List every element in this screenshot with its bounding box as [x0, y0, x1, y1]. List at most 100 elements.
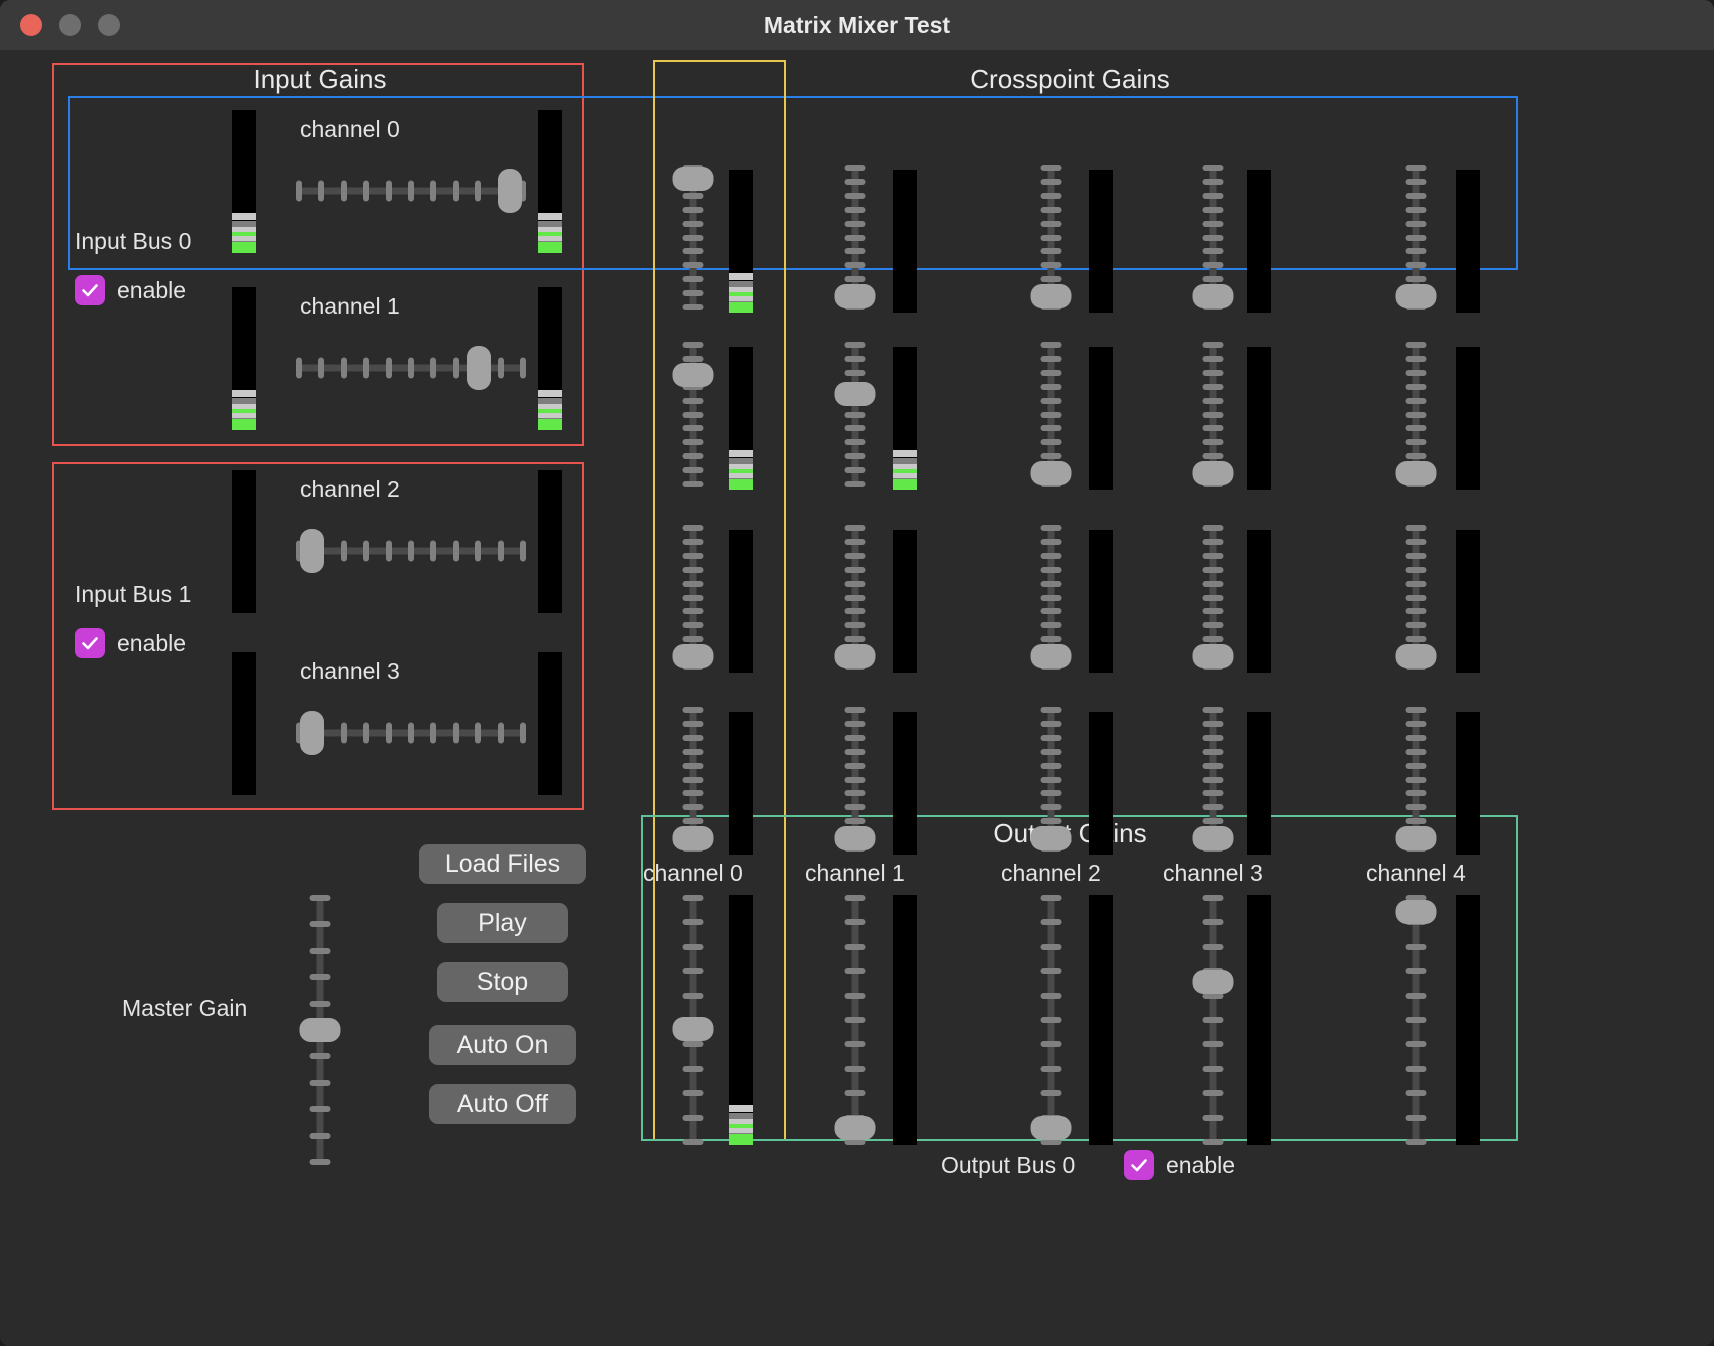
slider-thumb[interactable] — [835, 284, 876, 308]
crosspoint-slider-r2-c3[interactable] — [1190, 525, 1236, 670]
crosspoint-meter-r2-c2 — [1089, 530, 1113, 673]
auto-off-button[interactable]: Auto Off — [429, 1084, 576, 1124]
crosspoint-slider-r3-c4[interactable] — [1393, 707, 1439, 852]
crosspoint-slider-r2-c4[interactable] — [1393, 525, 1439, 670]
check-icon — [75, 628, 105, 658]
input-gain-slider-0[interactable] — [296, 168, 526, 214]
crosspoint-slider-r3-c1[interactable] — [832, 707, 878, 852]
output-meter-3 — [1247, 895, 1271, 1145]
crosspoint-slider-r1-c2[interactable] — [1028, 342, 1074, 487]
crosspoint-meter-r3-c4 — [1456, 712, 1480, 855]
auto-on-button[interactable]: Auto On — [429, 1025, 576, 1065]
input-gain-slider-1[interactable] — [296, 345, 526, 391]
crosspoint-meter-r1-c0 — [729, 347, 753, 490]
output-channel-label-2: channel 2 — [1001, 860, 1101, 887]
output-bus-0-enable-checkbox[interactable]: enable — [1124, 1150, 1235, 1180]
check-icon — [1124, 1150, 1154, 1180]
input-meter-right-1 — [538, 287, 562, 430]
crosspoint-slider-r2-c2[interactable] — [1028, 525, 1074, 670]
input-meter-right-0 — [538, 110, 562, 253]
crosspoint-slider-r0-c2[interactable] — [1028, 165, 1074, 310]
check-icon — [75, 275, 105, 305]
slider-thumb[interactable] — [1396, 900, 1437, 924]
slider-thumb[interactable] — [1193, 461, 1234, 485]
crosspoint-slider-r2-c0[interactable] — [670, 525, 716, 670]
crosspoint-meter-r0-c4 — [1456, 170, 1480, 313]
stop-button[interactable]: Stop — [437, 962, 568, 1002]
slider-thumb[interactable] — [673, 644, 714, 668]
output-gain-slider-2[interactable] — [1028, 895, 1074, 1145]
slider-thumb[interactable] — [1396, 284, 1437, 308]
output-channel-label-3: channel 3 — [1163, 860, 1263, 887]
output-meter-2 — [1089, 895, 1113, 1145]
input-bus-0-label: Input Bus 0 — [75, 228, 191, 255]
slider-thumb[interactable] — [1031, 644, 1072, 668]
crosspoint-slider-r3-c2[interactable] — [1028, 707, 1074, 852]
crosspoint-slider-r0-c0[interactable] — [670, 165, 716, 310]
slider-thumb[interactable] — [835, 382, 876, 406]
output-gain-slider-3[interactable] — [1190, 895, 1236, 1145]
crosspoint-meter-r2-c4 — [1456, 530, 1480, 673]
input-meter-left-2 — [232, 470, 256, 613]
crosspoint-slider-r1-c4[interactable] — [1393, 342, 1439, 487]
slider-thumb[interactable] — [300, 711, 324, 755]
crosspoint-meter-r2-c3 — [1247, 530, 1271, 673]
crosspoint-slider-r1-c3[interactable] — [1190, 342, 1236, 487]
crosspoint-slider-r1-c1[interactable] — [832, 342, 878, 487]
output-gain-slider-0[interactable] — [670, 895, 716, 1145]
crosspoint-slider-r2-c1[interactable] — [832, 525, 878, 670]
window-title: Matrix Mixer Test — [0, 0, 1714, 50]
slider-thumb[interactable] — [1031, 826, 1072, 850]
output-meter-4 — [1456, 895, 1480, 1145]
slider-thumb[interactable] — [1396, 826, 1437, 850]
output-gain-slider-4[interactable] — [1393, 895, 1439, 1145]
output-channel-label-0: channel 0 — [643, 860, 743, 887]
slider-thumb[interactable] — [673, 826, 714, 850]
master-gain-label: Master Gain — [122, 995, 247, 1022]
slider-thumb[interactable] — [673, 167, 714, 191]
crosspoint-slider-r0-c3[interactable] — [1190, 165, 1236, 310]
master-gain-slider[interactable] — [297, 895, 343, 1165]
input-bus-1-enable-checkbox[interactable]: enable — [75, 628, 186, 658]
slider-thumb[interactable] — [1031, 1116, 1072, 1140]
input-bus-0-row-frame — [68, 96, 1518, 270]
slider-thumb[interactable] — [835, 644, 876, 668]
crosspoint-meter-r1-c1 — [893, 347, 917, 490]
input-bus-0-enable-checkbox[interactable]: enable — [75, 275, 186, 305]
output-meter-1 — [893, 895, 917, 1145]
slider-thumb[interactable] — [1396, 461, 1437, 485]
input-gain-slider-2[interactable] — [296, 528, 526, 574]
crosspoint-slider-r0-c1[interactable] — [832, 165, 878, 310]
slider-thumb[interactable] — [498, 169, 522, 213]
title-bar: Matrix Mixer Test — [0, 0, 1714, 51]
slider-thumb[interactable] — [673, 1017, 714, 1041]
output-meter-0 — [729, 895, 753, 1145]
crosspoint-meter-r0-c3 — [1247, 170, 1271, 313]
slider-thumb[interactable] — [1031, 461, 1072, 485]
app-window: Matrix Mixer Test Input Gains Crosspoint… — [0, 0, 1714, 1346]
slider-thumb[interactable] — [467, 346, 491, 390]
crosspoint-slider-r1-c0[interactable] — [670, 342, 716, 487]
slider-thumb[interactable] — [1193, 284, 1234, 308]
slider-thumb[interactable] — [1031, 284, 1072, 308]
input-channel-label-0: channel 0 — [300, 116, 400, 143]
crosspoint-slider-r3-c3[interactable] — [1190, 707, 1236, 852]
play-button[interactable]: Play — [437, 903, 568, 943]
crosspoint-slider-r3-c0[interactable] — [670, 707, 716, 852]
slider-thumb[interactable] — [300, 529, 324, 573]
load-files-button[interactable]: Load Files — [419, 844, 586, 884]
slider-thumb[interactable] — [673, 363, 714, 387]
slider-thumb[interactable] — [835, 826, 876, 850]
output-gain-slider-1[interactable] — [832, 895, 878, 1145]
input-gain-slider-3[interactable] — [296, 710, 526, 756]
slider-thumb[interactable] — [1193, 826, 1234, 850]
slider-thumb[interactable] — [1193, 970, 1234, 994]
crosspoint-slider-r0-c4[interactable] — [1393, 165, 1439, 310]
input-bus-1-enable-label: enable — [117, 630, 186, 657]
slider-thumb[interactable] — [300, 1018, 341, 1042]
slider-thumb[interactable] — [1396, 644, 1437, 668]
crosspoint-meter-r1-c3 — [1247, 347, 1271, 490]
slider-thumb[interactable] — [835, 1116, 876, 1140]
slider-thumb[interactable] — [1193, 644, 1234, 668]
crosspoint-meter-r2-c1 — [893, 530, 917, 673]
